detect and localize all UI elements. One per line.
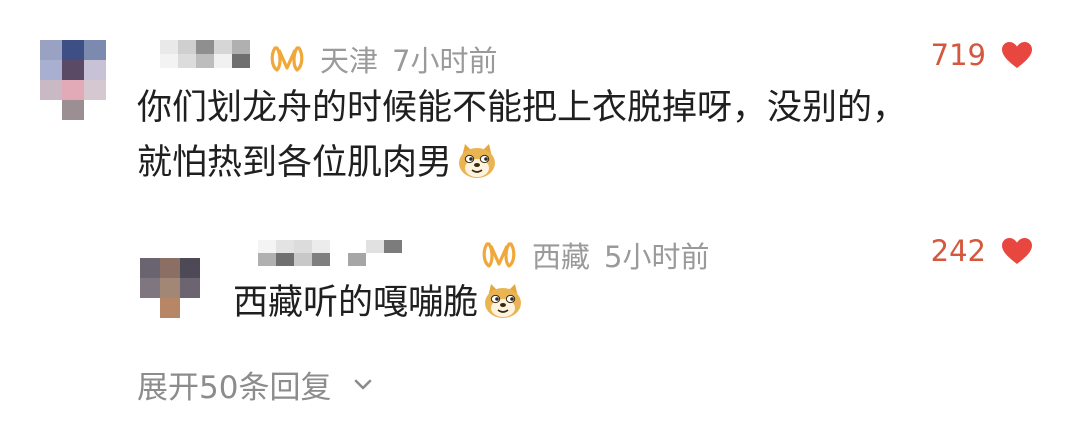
comment-section: 天津 7小时前 719 你们划龙舟的时候能不能把上衣脱掉呀，没别的， 就怕热到各… bbox=[0, 0, 1080, 446]
doge-face-icon bbox=[482, 281, 524, 338]
vip-badge-icon bbox=[270, 44, 304, 74]
heart-icon bbox=[1000, 40, 1034, 70]
like-button[interactable]: 242 bbox=[931, 234, 1034, 268]
heart-icon bbox=[1000, 236, 1034, 266]
comment-text-line: 你们划龙舟的时候能不能把上衣脱掉呀，没别的， bbox=[137, 88, 908, 128]
location: 西藏 bbox=[532, 240, 591, 274]
like-count: 719 bbox=[930, 38, 986, 72]
comment-meta: 西藏 5小时前 bbox=[482, 234, 709, 276]
comment-text-line: 西藏听的嘎嘣脆 bbox=[233, 283, 479, 323]
comment-text-line: 就怕热到各位肌肉男 bbox=[137, 143, 453, 183]
like-button[interactable]: 719 bbox=[931, 38, 1034, 72]
timestamp: 5小时前 bbox=[604, 240, 710, 274]
username[interactable] bbox=[160, 40, 250, 68]
avatar[interactable] bbox=[40, 40, 106, 120]
doge-face-icon bbox=[456, 141, 498, 198]
comment-meta: 天津 7小时前 bbox=[270, 38, 497, 80]
timestamp: 7小时前 bbox=[392, 44, 498, 78]
like-count: 242 bbox=[930, 234, 986, 268]
comment-text[interactable]: 西藏听的嘎嘣脆 bbox=[233, 276, 524, 338]
chevron-down-icon bbox=[353, 378, 373, 392]
expand-replies-label: 展开50条回复 bbox=[137, 370, 332, 406]
username[interactable] bbox=[258, 240, 402, 266]
comment-text[interactable]: 你们划龙舟的时候能不能把上衣脱掉呀，没别的， 就怕热到各位肌肉男 bbox=[137, 81, 907, 198]
expand-replies-button[interactable]: 展开50条回复 bbox=[137, 362, 373, 407]
avatar[interactable] bbox=[140, 258, 200, 318]
location: 天津 bbox=[320, 44, 379, 78]
vip-badge-icon bbox=[482, 240, 516, 270]
